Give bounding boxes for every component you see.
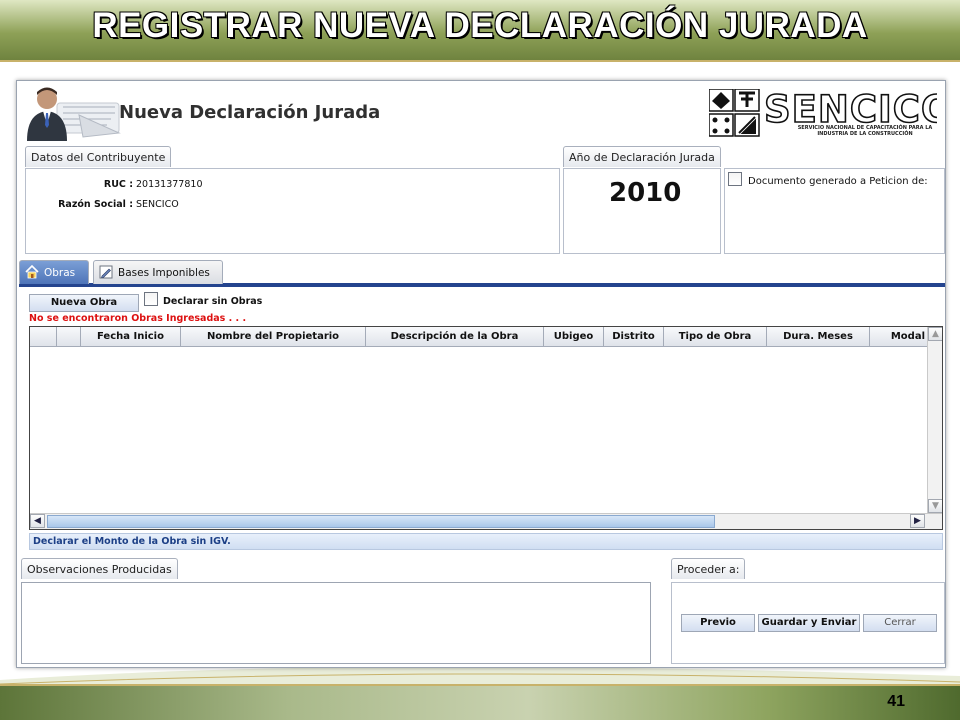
logo-tagline: SERVICIO NACIONAL DE CAPACITACIÓN PARA L…: [797, 125, 933, 137]
ruc-label: RUC :: [103, 179, 133, 190]
grid-vertical-scrollbar[interactable]: ▲ ▼: [927, 327, 942, 513]
declaration-year-label: Año de Declaración Jurada: [563, 146, 721, 167]
app-window: Nueva Declaración Jurada SENCICO SERVICI…: [16, 80, 946, 668]
column-header-ubigeo[interactable]: Ubigeo: [544, 327, 604, 347]
taxpayer-group-label: Datos del Contribuyente: [25, 146, 172, 167]
grid-horizontal-scrollbar[interactable]: ◀ ▶: [30, 513, 942, 529]
column-header-select[interactable]: [30, 327, 57, 347]
declare-without-works-checkbox[interactable]: [144, 292, 158, 306]
company-name-label: Razón Social :: [58, 199, 133, 210]
column-header-index[interactable]: [57, 327, 81, 347]
slide-title: REGISTRAR NUEVA DECLARACIÓN JURADA: [92, 6, 868, 45]
petition-checkbox[interactable]: [728, 172, 742, 186]
slide-footer-bar: 41: [0, 684, 960, 720]
tab-bases-imponibles-label: Bases Imponibles: [118, 267, 210, 279]
observations-textarea[interactable]: [21, 582, 651, 664]
pencil-icon: [99, 265, 113, 279]
tab-obras[interactable]: Obras: [19, 260, 89, 284]
scroll-down-icon[interactable]: ▼: [928, 499, 942, 513]
scroll-right-icon[interactable]: ▶: [910, 514, 925, 528]
horizontal-scroll-thumb[interactable]: [47, 515, 715, 528]
home-icon: [25, 265, 39, 279]
slide-page-number: 41: [887, 693, 905, 710]
company-name-value: SENCICO: [136, 199, 179, 210]
scroll-left-icon[interactable]: ◀: [30, 514, 45, 528]
slide-title-bar: REGISTRAR NUEVA DECLARACIÓN JURADA: [0, 0, 960, 62]
column-header-distrito[interactable]: Distrito: [604, 327, 664, 347]
ruc-value: 20131377810: [136, 179, 203, 190]
works-grid[interactable]: Fecha Inicio Nombre del Propietario Desc…: [29, 326, 943, 530]
works-grid-header: Fecha Inicio Nombre del Propietario Desc…: [30, 327, 942, 347]
app-header: Nueva Declaración Jurada SENCICO SERVICI…: [17, 81, 945, 143]
amount-note: Declarar el Monto de la Obra sin IGV.: [29, 533, 943, 550]
petition-label: Documento generado a Peticion de:: [748, 176, 928, 187]
previo-button[interactable]: Previo: [681, 614, 755, 632]
column-header-descripcion[interactable]: Descripción de la Obra: [366, 327, 544, 347]
declare-without-works-label: Declarar sin Obras: [163, 296, 263, 307]
tab-obras-label: Obras: [44, 267, 76, 279]
column-header-duracion[interactable]: Dura. Meses: [767, 327, 870, 347]
app-title: Nueva Declaración Jurada: [119, 102, 381, 123]
save-and-send-button[interactable]: Guardar y Enviar: [758, 614, 860, 632]
no-works-warning: No se encontraron Obras Ingresadas . . .: [29, 313, 247, 324]
column-header-propietario[interactable]: Nombre del Propietario: [181, 327, 366, 347]
observations-group-label: Observaciones Producidas: [21, 558, 178, 579]
businessman-icon: [27, 87, 121, 141]
column-header-tipo-obra[interactable]: Tipo de Obra: [664, 327, 767, 347]
proceed-group-label: Proceder a:: [671, 558, 746, 579]
column-header-fecha-inicio[interactable]: Fecha Inicio: [81, 327, 181, 347]
tab-strip: Obras Bases Imponibles: [19, 257, 945, 287]
tab-bases-imponibles[interactable]: Bases Imponibles: [93, 260, 223, 284]
close-button[interactable]: Cerrar: [863, 614, 937, 632]
new-work-button[interactable]: Nueva Obra: [29, 294, 139, 312]
scroll-up-icon[interactable]: ▲: [928, 327, 942, 341]
column-header-modalidad[interactable]: Modal: [870, 327, 928, 347]
declaration-year-value: 2010: [609, 178, 682, 208]
